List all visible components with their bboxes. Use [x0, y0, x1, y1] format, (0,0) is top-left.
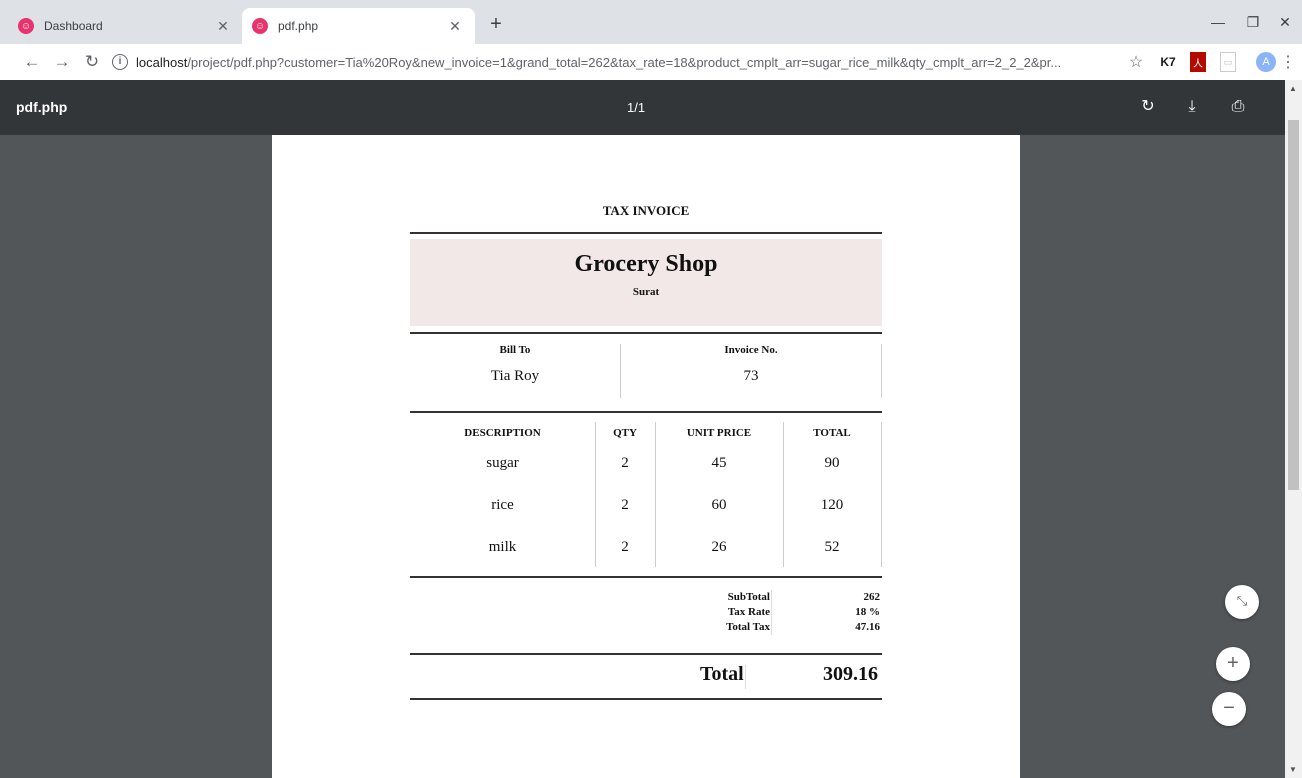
extension-icon[interactable]: ▭: [1220, 52, 1236, 72]
bill-section: Bill To Tia Roy Invoice No. 73: [410, 334, 882, 404]
zoom-out-button[interactable]: −: [1212, 692, 1246, 726]
row-total: 120: [820, 497, 844, 513]
forward-icon[interactable]: →: [50, 50, 74, 74]
row-qty: 2: [621, 539, 629, 555]
divider: [410, 232, 882, 234]
grand-total-label: Total: [700, 663, 744, 685]
bill-to-value: Tia Roy: [490, 368, 540, 384]
total-tax-value: 47.16: [855, 621, 880, 633]
close-icon[interactable]: ✕: [445, 18, 465, 35]
tab-dashboard[interactable]: ☺ Dashboard ✕: [18, 8, 243, 44]
tab-title: Dashboard: [44, 19, 103, 33]
fit-to-page-icon[interactable]: ⤡: [1225, 585, 1259, 619]
address-bar[interactable]: i localhost/project/pdf.php?customer=Tia…: [112, 49, 1122, 75]
site-favicon-icon: ☺: [252, 18, 268, 34]
bill-to-block: Bill To Tia Roy: [410, 344, 620, 404]
info-icon[interactable]: i: [112, 54, 128, 70]
shop-header: Grocery Shop Surat: [410, 239, 882, 326]
rotate-icon[interactable]: ↻: [1137, 96, 1159, 118]
summary-values: 262 18 % 47.16: [790, 590, 880, 635]
invoice-no-label: Invoice No.: [724, 344, 778, 356]
invoice-no-block: Invoice No. 73: [621, 344, 881, 404]
divider: [771, 590, 772, 635]
bill-to-label: Bill To: [499, 344, 531, 356]
column-header-total: TOTAL: [813, 427, 851, 439]
subtotal-value: 262: [863, 591, 881, 603]
zoom-in-button[interactable]: +: [1216, 647, 1250, 681]
download-icon[interactable]: ⤓: [1181, 96, 1203, 118]
column-header-unit-price: UNIT PRICE: [686, 427, 752, 439]
row-description: sugar: [486, 455, 519, 471]
back-icon[interactable]: ←: [20, 50, 44, 74]
pdf-page: TAX INVOICE Grocery Shop Surat Bill To T…: [272, 135, 1020, 778]
row-unit-price: 60: [711, 497, 727, 513]
close-window-icon[interactable]: ✕: [1270, 10, 1300, 34]
total-tax-label: Total Tax: [726, 621, 770, 633]
minimize-icon[interactable]: —: [1203, 10, 1233, 34]
divider: [881, 344, 882, 398]
pdf-toolbar: pdf.php 1/1 ↻ ⤓ ⎙: [0, 80, 1285, 135]
invoice-heading: TAX INVOICE: [602, 203, 690, 218]
row-qty: 2: [621, 497, 629, 513]
row-total: 52: [824, 539, 840, 555]
profile-avatar[interactable]: A: [1256, 52, 1276, 72]
new-tab-button[interactable]: +: [484, 12, 508, 36]
pdf-filename: pdf.php: [16, 99, 68, 115]
scroll-down-icon[interactable]: ▼: [1289, 765, 1297, 774]
divider: [881, 422, 882, 567]
scroll-up-icon[interactable]: ▲: [1289, 84, 1297, 93]
close-icon[interactable]: ✕: [213, 18, 233, 35]
url-text: localhost/project/pdf.php?customer=Tia%2…: [136, 54, 1062, 70]
divider: [745, 665, 746, 689]
page-indicator: 1/1: [627, 100, 646, 115]
tab-strip: ☺ Dashboard ✕ ☺ pdf.php ✕ + — ❐ ✕: [0, 0, 1302, 44]
reload-icon[interactable]: ↻: [80, 50, 104, 74]
site-favicon-icon: ☺: [18, 18, 34, 34]
extension-acrobat-icon[interactable]: 人: [1190, 52, 1206, 72]
pdf-viewer: pdf.php 1/1 ↻ ⤓ ⎙ ▲ ▼ TAX INVOICE Grocer…: [0, 80, 1302, 778]
scroll-thumb[interactable]: [1288, 120, 1299, 490]
column-header-description: DESCRIPTION: [464, 427, 541, 439]
browser-toolbar: ← → ↻ i localhost/project/pdf.php?custom…: [0, 44, 1302, 80]
divider: [410, 411, 882, 413]
shop-city: Surat: [632, 286, 660, 298]
row-description: rice: [491, 497, 514, 513]
extension-k7-icon[interactable]: K7: [1158, 52, 1178, 72]
divider: [410, 698, 882, 700]
tab-title: pdf.php: [278, 19, 319, 33]
summary-labels: SubTotal Tax Rate Total Tax: [690, 590, 770, 635]
subtotal-label: SubTotal: [727, 591, 770, 603]
column-header-qty: QTY: [613, 427, 637, 439]
scrollbar[interactable]: ▲ ▼: [1285, 80, 1302, 778]
shop-name: Grocery Shop: [574, 251, 718, 277]
tab-pdf[interactable]: ☺ pdf.php ✕: [242, 8, 475, 44]
row-total: 90: [824, 455, 840, 471]
menu-kebab-icon[interactable]: ⋮: [1280, 52, 1296, 72]
row-qty: 2: [621, 455, 629, 471]
bookmark-star-icon[interactable]: ☆: [1126, 52, 1146, 72]
divider: [410, 653, 882, 655]
grand-total-value: 309.16: [823, 663, 878, 685]
row-unit-price: 26: [711, 539, 727, 555]
print-icon[interactable]: ⎙: [1227, 96, 1249, 118]
tax-rate-label: Tax Rate: [727, 606, 770, 618]
invoice-no-value: 73: [743, 368, 759, 384]
tax-rate-value: 18 %: [855, 606, 880, 618]
row-unit-price: 45: [711, 455, 727, 471]
restore-icon[interactable]: ❐: [1238, 10, 1268, 34]
divider: [410, 576, 882, 578]
row-description: milk: [488, 539, 517, 555]
